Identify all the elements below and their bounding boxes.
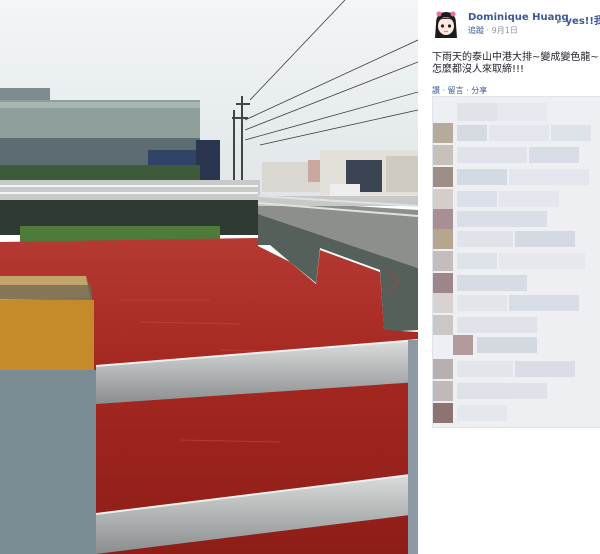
post-photo[interactable] [0, 0, 418, 554]
post-date[interactable]: 9月1日 [492, 26, 518, 35]
follow-link[interactable]: 追蹤 [468, 26, 484, 35]
pixelated-comments [432, 96, 600, 428]
factory-left [0, 88, 220, 187]
far-bank [0, 180, 260, 202]
post-meta: 追蹤 · 9月1日 [468, 25, 518, 36]
comment-text-pixelated [457, 103, 591, 421]
post-actions: 讚 · 留言 · 分享 [432, 86, 488, 95]
like-link[interactable]: 讚 [432, 86, 440, 95]
author-name[interactable]: Dominique Huang [468, 12, 569, 23]
comment-link[interactable]: 留言 [448, 86, 464, 95]
concrete-post [0, 276, 96, 554]
post-sidebar: Dominique Huang ▸ yes!!我愛住 追蹤 · 9月1日 下雨天… [418, 0, 600, 554]
post-text: 下雨天的泰山中港大排~變成變色龍~怎麼都沒人來取締!!! [432, 52, 599, 75]
share-arrow-icon: ▸ [557, 16, 563, 27]
avatar[interactable] [432, 10, 460, 40]
share-link[interactable]: 分享 [471, 86, 487, 95]
target-page-label: yes!!我愛住 [565, 16, 600, 27]
right-post [408, 340, 418, 554]
target-page-name[interactable]: ▸ yes!!我愛住 [557, 12, 600, 27]
